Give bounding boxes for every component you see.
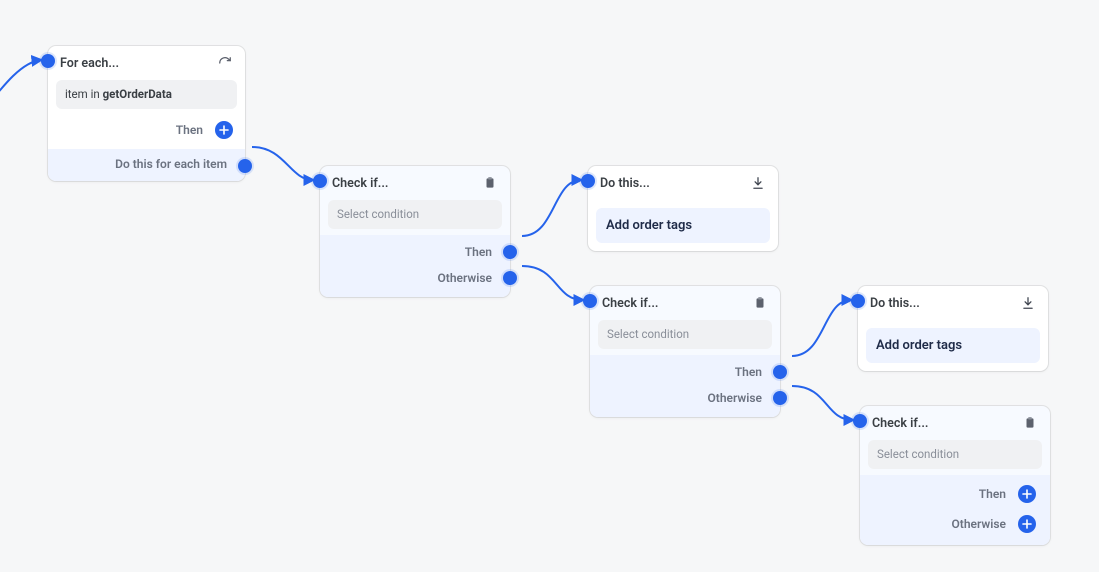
action-pill[interactable]: Add order tags [596, 208, 770, 243]
foreach-footer-label: Do this for each item [115, 157, 227, 171]
pill-source: getOrderData [103, 87, 172, 101]
input-port[interactable] [41, 54, 55, 68]
otherwise-row: Otherwise [590, 389, 780, 415]
foreach-then-row: Then [48, 115, 245, 149]
condition-placeholder: Select condition [877, 447, 959, 461]
clipboard-icon[interactable] [482, 175, 498, 191]
condition-input[interactable]: Select condition [598, 320, 772, 349]
node-title: For each... [60, 56, 119, 71]
pill-prefix: item in [65, 87, 103, 101]
node-title: Check if... [602, 296, 658, 311]
refresh-icon[interactable] [217, 55, 233, 71]
clipboard-icon[interactable] [752, 295, 768, 311]
foreach-item-pill[interactable]: item in getOrderData [56, 80, 237, 109]
output-port[interactable] [238, 159, 252, 173]
then-label: Then [465, 245, 492, 259]
foreach-node[interactable]: For each... item in getOrderData Then Do… [48, 46, 245, 181]
action-label: Add order tags [876, 338, 962, 353]
dothis-node-1[interactable]: Do this... Add order tags [588, 166, 778, 251]
node-title: Check if... [872, 416, 928, 431]
node-header: For each... [48, 46, 245, 80]
node-title: Do this... [870, 296, 920, 311]
node-header: Check if... [860, 406, 1050, 440]
then-row: Then [590, 359, 780, 389]
add-then-button[interactable] [215, 121, 233, 139]
node-title: Check if... [332, 176, 388, 191]
foreach-footer: Do this for each item [48, 149, 245, 181]
then-port[interactable] [503, 245, 517, 259]
node-header: Do this... [858, 286, 1048, 320]
otherwise-row: Otherwise [320, 269, 510, 295]
then-port[interactable] [773, 365, 787, 379]
add-then-button[interactable] [1018, 485, 1036, 503]
then-row: Then [320, 239, 510, 269]
node-title: Do this... [600, 176, 650, 191]
condition-placeholder: Select condition [337, 207, 419, 221]
node-header: Do this... [588, 166, 778, 200]
then-label: Then [176, 123, 203, 137]
node-header: Check if... [590, 286, 780, 320]
then-label: Then [979, 487, 1006, 501]
download-icon[interactable] [1020, 295, 1036, 311]
condition-placeholder: Select condition [607, 327, 689, 341]
otherwise-port[interactable] [773, 391, 787, 405]
condition-input[interactable]: Select condition [868, 440, 1042, 469]
otherwise-label: Otherwise [438, 271, 492, 285]
checkif-node-1[interactable]: Check if... Select condition Then Otherw… [320, 166, 510, 297]
otherwise-row: Otherwise [860, 513, 1050, 543]
input-port[interactable] [313, 174, 327, 188]
checkif-node-3[interactable]: Check if... Select condition Then Otherw… [860, 406, 1050, 545]
checkif-node-2[interactable]: Check if... Select condition Then Otherw… [590, 286, 780, 417]
action-pill[interactable]: Add order tags [866, 328, 1040, 363]
input-port[interactable] [851, 294, 865, 308]
dothis-node-2[interactable]: Do this... Add order tags [858, 286, 1048, 371]
clipboard-icon[interactable] [1022, 415, 1038, 431]
otherwise-port[interactable] [503, 271, 517, 285]
node-header: Check if... [320, 166, 510, 200]
input-port[interactable] [583, 294, 597, 308]
then-label: Then [735, 365, 762, 379]
action-label: Add order tags [606, 218, 692, 233]
add-otherwise-button[interactable] [1018, 515, 1036, 533]
input-port[interactable] [581, 174, 595, 188]
download-icon[interactable] [750, 175, 766, 191]
otherwise-label: Otherwise [952, 517, 1006, 531]
then-row: Then [860, 479, 1050, 513]
condition-input[interactable]: Select condition [328, 200, 502, 229]
otherwise-label: Otherwise [708, 391, 762, 405]
input-port[interactable] [853, 414, 867, 428]
